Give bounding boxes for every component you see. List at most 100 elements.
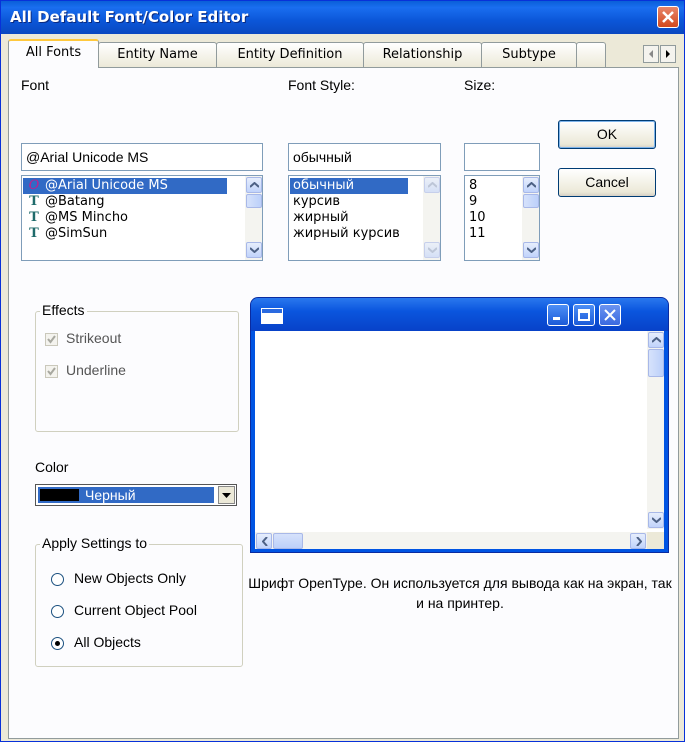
- ok-button[interactable]: OK: [558, 120, 656, 149]
- apply-settings-title: Apply Settings to: [40, 535, 150, 551]
- arrow-down-icon: [527, 247, 536, 253]
- arrow-up-icon: [250, 182, 259, 188]
- tab-entity-name[interactable]: Entity Name: [98, 42, 217, 67]
- arrow-left-icon: [262, 537, 268, 546]
- style-list-item[interactable]: жирный курсив: [290, 226, 408, 242]
- scroll-thumb: [648, 349, 664, 377]
- title-bar[interactable]: All Default Font/Color Editor: [1, 1, 684, 34]
- scroll-down-button: [648, 512, 664, 528]
- close-button[interactable]: [657, 6, 679, 28]
- check-icon: [47, 335, 56, 344]
- size-list[interactable]: 8 9 10 11: [464, 175, 540, 261]
- size-input[interactable]: [464, 143, 540, 171]
- font-list-scrollbar[interactable]: [245, 176, 262, 260]
- style-list-item[interactable]: обычный: [290, 178, 408, 194]
- window-icon: [261, 308, 283, 324]
- style-list-scrollbar[interactable]: [423, 176, 440, 260]
- preview-vertical-scrollbar: [647, 331, 664, 529]
- truetype-font-icon: T: [29, 226, 39, 241]
- option-new-objects-label: New Objects Only: [74, 570, 187, 586]
- tab-scroll-right[interactable]: [660, 45, 676, 63]
- arrow-up-icon: [527, 182, 536, 188]
- font-style-list[interactable]: обычный курсив жирный жирный курсив: [288, 175, 441, 261]
- opentype-font-icon: O: [28, 178, 40, 193]
- font-style-input[interactable]: обычный: [288, 143, 441, 171]
- arrow-down-icon: [428, 247, 437, 253]
- window-title: All Default Font/Color Editor: [10, 8, 249, 26]
- scroll-up-button[interactable]: [523, 177, 539, 193]
- scroll-up-button[interactable]: [246, 177, 262, 193]
- radio-all-objects[interactable]: [51, 637, 64, 650]
- tab-partial[interactable]: [576, 42, 606, 67]
- maximize-icon: [578, 309, 590, 321]
- font-description: Шрифт OpenType. Он используется для выво…: [248, 575, 672, 611]
- font-style-label: Font Style:: [288, 77, 355, 93]
- scroll-up-button[interactable]: [424, 177, 440, 193]
- font-list-item[interactable]: T @MS Mincho: [23, 210, 227, 226]
- arrow-up-icon: [652, 337, 661, 343]
- preview-close-button: [599, 304, 621, 326]
- scroll-down-button[interactable]: [523, 242, 539, 258]
- underline-label: Underline: [66, 362, 126, 378]
- resize-grip: [647, 532, 664, 549]
- tab-all-fonts[interactable]: All Fonts: [8, 39, 99, 68]
- scroll-down-button[interactable]: [246, 242, 262, 258]
- font-list-item[interactable]: T @Batang: [23, 194, 227, 210]
- scroll-left-button: [256, 533, 272, 549]
- arrow-left-icon: [649, 50, 653, 58]
- tab-entity-definition[interactable]: Entity Definition: [216, 42, 364, 67]
- color-label: Color: [35, 459, 69, 475]
- font-list-item[interactable]: O @Arial Unicode MS: [23, 178, 227, 194]
- close-icon: [604, 309, 616, 321]
- tab-relationship[interactable]: Relationship: [363, 42, 482, 67]
- radio-current-pool[interactable]: [51, 605, 64, 618]
- minimize-icon: [553, 317, 560, 320]
- size-list-item[interactable]: 10: [466, 210, 509, 226]
- underline-checkbox[interactable]: [45, 365, 58, 378]
- tab-scroll-left[interactable]: [643, 45, 659, 63]
- tab-strip: All Fonts Entity Name Entity Definition …: [8, 39, 679, 68]
- size-list-item[interactable]: 11: [466, 226, 509, 242]
- cancel-button[interactable]: Cancel: [558, 168, 656, 197]
- size-list-item[interactable]: 8: [466, 178, 509, 194]
- color-swatch: [40, 489, 79, 501]
- scroll-down-button[interactable]: [424, 242, 440, 258]
- size-label: Size:: [464, 77, 496, 93]
- radio-new-objects[interactable]: [51, 573, 64, 586]
- color-dropdown[interactable]: Черный: [35, 484, 237, 506]
- arrow-down-icon: [250, 247, 259, 253]
- arrow-right-icon: [636, 537, 642, 546]
- tab-panel: Font @Arial Unicode MS O @Arial Unicode M…: [8, 67, 679, 739]
- style-list-item[interactable]: курсив: [290, 194, 408, 210]
- strikeout-checkbox[interactable]: [45, 333, 58, 346]
- arrow-down-icon: [652, 517, 661, 523]
- chevron-down-icon: [222, 493, 231, 498]
- scroll-thumb[interactable]: [246, 194, 262, 208]
- style-list-item[interactable]: жирный: [290, 210, 408, 226]
- font-label: Font: [21, 77, 50, 93]
- close-icon: [662, 11, 674, 23]
- dialog-window: All Default Font/Color Editor All Fonts …: [0, 0, 685, 742]
- option-all-objects-label: All Objects: [74, 634, 141, 650]
- strikeout-label: Strikeout: [66, 330, 122, 346]
- arrow-right-icon: [666, 50, 670, 58]
- scroll-thumb[interactable]: [523, 194, 539, 208]
- color-dropdown-button[interactable]: [218, 486, 235, 504]
- check-icon: [47, 367, 56, 376]
- truetype-font-icon: T: [29, 210, 39, 225]
- font-input[interactable]: @Arial Unicode MS: [21, 143, 263, 171]
- truetype-font-icon: T: [29, 194, 39, 209]
- scroll-thumb: [273, 533, 303, 549]
- scroll-up-button: [648, 332, 664, 348]
- size-list-scrollbar[interactable]: [522, 176, 539, 260]
- option-current-pool-label: Current Object Pool: [74, 602, 197, 618]
- size-list-item[interactable]: 9: [466, 194, 509, 210]
- effects-title: Effects: [40, 302, 87, 318]
- tab-subtype[interactable]: Subtype: [481, 42, 577, 67]
- font-list-item[interactable]: T @SimSun: [23, 226, 227, 242]
- preview-client-area: [255, 331, 664, 549]
- arrow-up-icon: [428, 182, 437, 188]
- preview-horizontal-scrollbar: [255, 532, 647, 549]
- font-preview: [250, 297, 669, 553]
- font-list[interactable]: O @Arial Unicode MS T @Batang T @MS Mincho …: [21, 175, 263, 261]
